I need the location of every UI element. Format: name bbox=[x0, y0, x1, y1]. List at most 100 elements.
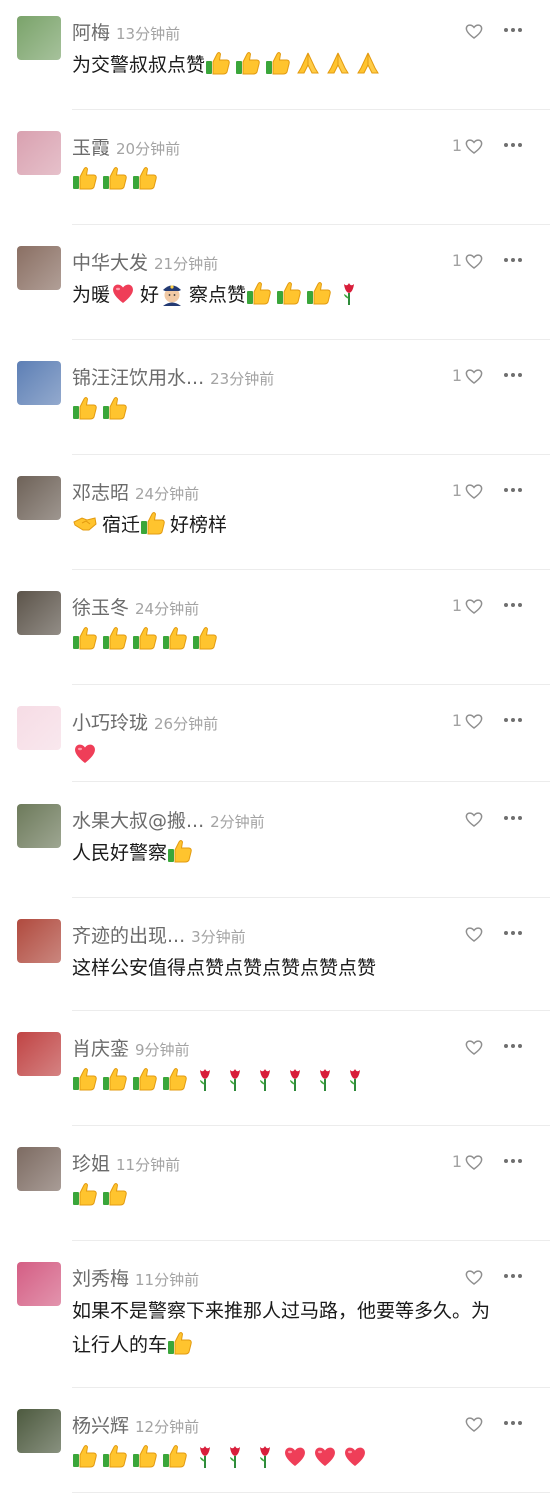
thumb-emoji-icon bbox=[72, 625, 98, 651]
commenter-name[interactable]: 阿梅 13分钟前 bbox=[72, 18, 180, 45]
more-dots-icon[interactable] bbox=[502, 1036, 524, 1056]
comment-item: 邓志昭 24分钟前 1 宿迁 好榜样 bbox=[0, 472, 550, 585]
commenter-name[interactable]: 齐迹的出现... 3分钟前 bbox=[72, 921, 246, 948]
thumb-emoji-icon bbox=[72, 1066, 98, 1092]
more-dots-icon[interactable] bbox=[502, 710, 524, 730]
rose-emoji-icon bbox=[252, 1443, 278, 1469]
commenter-name-text[interactable]: 齐迹的出现... bbox=[72, 925, 185, 947]
like-heart-icon[interactable] bbox=[464, 809, 484, 829]
commenter-name-text[interactable]: 刘秀梅 bbox=[72, 1268, 129, 1290]
like-heart-icon[interactable] bbox=[464, 366, 484, 386]
heart-emoji-icon bbox=[342, 1443, 368, 1469]
more-dots-icon[interactable] bbox=[502, 250, 524, 270]
thumb-emoji-icon bbox=[235, 50, 261, 76]
rose-emoji-icon bbox=[192, 1443, 218, 1469]
thumb-emoji-icon bbox=[102, 395, 128, 421]
avatar[interactable] bbox=[17, 706, 61, 750]
more-dots-icon[interactable] bbox=[502, 1413, 524, 1433]
like-heart-icon[interactable] bbox=[464, 1267, 484, 1287]
commenter-name-text[interactable]: 中华大发 bbox=[72, 252, 148, 274]
commenter-name[interactable]: 肖庆銮 9分钟前 bbox=[72, 1034, 190, 1061]
thumb-emoji-icon bbox=[140, 510, 166, 536]
commenter-name-text[interactable]: 肖庆銮 bbox=[72, 1038, 129, 1060]
more-dots-icon[interactable] bbox=[502, 923, 524, 943]
comment-divider bbox=[72, 1125, 550, 1126]
thumb-emoji-icon bbox=[205, 50, 231, 76]
avatar[interactable] bbox=[17, 131, 61, 175]
like-heart-icon[interactable] bbox=[464, 1037, 484, 1057]
commenter-name[interactable]: 珍姐 11分钟前 bbox=[72, 1149, 180, 1176]
thumb-emoji-icon bbox=[192, 625, 218, 651]
commenter-name-text[interactable]: 小巧玲珑 bbox=[72, 712, 148, 734]
commenter-name[interactable]: 玉霞 20分钟前 bbox=[72, 133, 180, 160]
more-dots-icon[interactable] bbox=[502, 1266, 524, 1286]
like-heart-icon[interactable] bbox=[464, 136, 484, 156]
like-heart-icon[interactable] bbox=[464, 481, 484, 501]
comment-text-segment: 好 bbox=[140, 284, 160, 306]
avatar[interactable] bbox=[17, 1262, 61, 1306]
commenter-name-text[interactable]: 玉霞 bbox=[72, 137, 110, 159]
more-dots-icon[interactable] bbox=[502, 595, 524, 615]
commenter-name[interactable]: 水果大叔@搬... 2分钟前 bbox=[72, 806, 265, 833]
comment-divider bbox=[72, 1492, 550, 1493]
like-heart-icon[interactable] bbox=[464, 21, 484, 41]
comment-divider bbox=[72, 109, 550, 110]
more-dots-icon[interactable] bbox=[502, 808, 524, 828]
avatar[interactable] bbox=[17, 361, 61, 405]
comment-text-segment: 为暖 bbox=[72, 284, 111, 306]
commenter-name[interactable]: 锦汪汪饮用水... 23分钟前 bbox=[72, 363, 274, 390]
rose-emoji-icon bbox=[252, 1066, 278, 1092]
avatar[interactable] bbox=[17, 246, 61, 290]
more-dots-icon[interactable] bbox=[502, 1151, 524, 1171]
like-heart-icon[interactable] bbox=[464, 924, 484, 944]
thumb-emoji-icon bbox=[162, 1066, 188, 1092]
comment-divider bbox=[72, 569, 550, 570]
commenter-name[interactable]: 邓志昭 24分钟前 bbox=[72, 478, 199, 505]
commenter-name-text[interactable]: 水果大叔@搬... bbox=[72, 810, 204, 832]
commenter-name[interactable]: 刘秀梅 11分钟前 bbox=[72, 1264, 199, 1291]
comment-time: 13分钟前 bbox=[116, 25, 181, 43]
like-heart-icon[interactable] bbox=[464, 596, 484, 616]
like-heart-icon[interactable] bbox=[464, 251, 484, 271]
commenter-name-text[interactable]: 阿梅 bbox=[72, 22, 110, 44]
commenter-name-text[interactable]: 杨兴辉 bbox=[72, 1415, 129, 1437]
avatar[interactable] bbox=[17, 476, 61, 520]
more-dots-icon[interactable] bbox=[502, 365, 524, 385]
like-count: 1 bbox=[451, 136, 462, 155]
comment-item: 刘秀梅 11分钟前 如果不是警察下来推那人过马路，他要等多久。为让行人的车 bbox=[0, 1258, 550, 1403]
avatar[interactable] bbox=[17, 804, 61, 848]
avatar[interactable] bbox=[17, 1032, 61, 1076]
comment-text-segment: 好榜样 bbox=[170, 514, 228, 536]
avatar[interactable] bbox=[17, 591, 61, 635]
commenter-name[interactable]: 中华大发 21分钟前 bbox=[72, 248, 218, 275]
like-count: 1 bbox=[451, 481, 462, 500]
commenter-name[interactable]: 杨兴辉 12分钟前 bbox=[72, 1411, 199, 1438]
avatar[interactable] bbox=[17, 1409, 61, 1453]
avatar[interactable] bbox=[17, 16, 61, 60]
avatar[interactable] bbox=[17, 919, 61, 963]
avatar[interactable] bbox=[17, 1147, 61, 1191]
commenter-name-text[interactable]: 邓志昭 bbox=[72, 482, 129, 504]
commenter-name[interactable]: 小巧玲珑 26分钟前 bbox=[72, 708, 218, 735]
comment-text-segment: 宿迁 bbox=[102, 514, 141, 536]
like-heart-icon[interactable] bbox=[464, 1414, 484, 1434]
like-heart-icon[interactable] bbox=[464, 1152, 484, 1172]
comment-text bbox=[72, 623, 490, 657]
rose-emoji-icon bbox=[222, 1443, 248, 1469]
like-heart-icon[interactable] bbox=[464, 711, 484, 731]
more-dots-icon[interactable] bbox=[502, 135, 524, 155]
comment-time: 24分钟前 bbox=[135, 600, 200, 618]
more-dots-icon[interactable] bbox=[502, 480, 524, 500]
like-count: 1 bbox=[451, 711, 462, 730]
comment-item: 玉霞 20分钟前 1 bbox=[0, 127, 550, 240]
commenter-name-text[interactable]: 徐玉冬 bbox=[72, 597, 129, 619]
pray-emoji-icon bbox=[355, 50, 381, 76]
comment-divider bbox=[72, 684, 550, 685]
comment-text bbox=[72, 1441, 490, 1475]
commenter-name-text[interactable]: 锦汪汪饮用水... bbox=[72, 367, 204, 389]
comment-divider bbox=[72, 224, 550, 225]
commenter-name-text[interactable]: 珍姐 bbox=[72, 1153, 110, 1175]
more-dots-icon[interactable] bbox=[502, 20, 524, 40]
commenter-name[interactable]: 徐玉冬 24分钟前 bbox=[72, 593, 199, 620]
comment-time: 12分钟前 bbox=[135, 1418, 200, 1436]
